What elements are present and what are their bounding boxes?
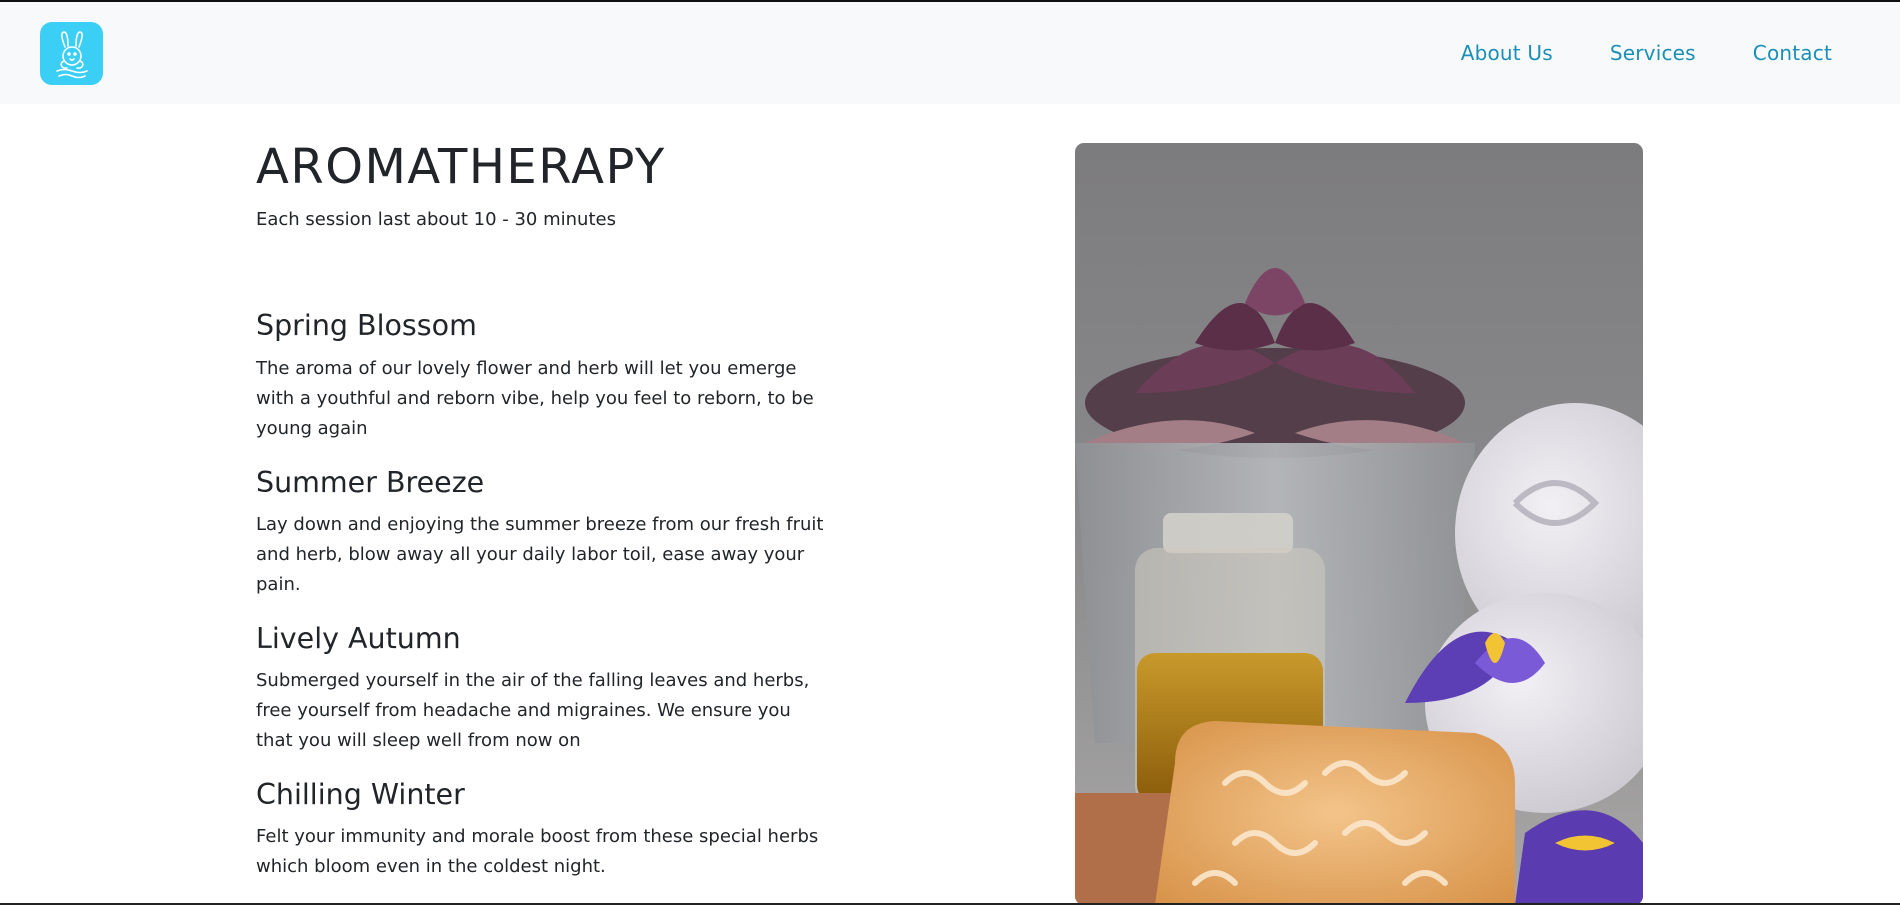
nav-about-us[interactable]: About Us	[1461, 41, 1553, 65]
service-description: Felt your immunity and morale boost from…	[256, 826, 819, 878]
service-title: Spring Blossom	[256, 309, 477, 343]
service-title: Lively Autumn	[256, 621, 461, 655]
navbar: About Us Services Contact	[0, 2, 1900, 104]
service-item-summer-breeze: Summer Breeze Lay down and enjoying the …	[256, 466, 826, 600]
session-duration-text: Each session last about 10 - 30 minutes	[256, 209, 616, 231]
service-list: Spring Blossom The aroma of our lovely f…	[256, 309, 826, 882]
bunny-spa-logo-icon[interactable]	[40, 22, 103, 85]
nav-contact[interactable]: Contact	[1753, 41, 1832, 65]
service-description: Lay down and enjoying the summer breeze …	[256, 513, 824, 595]
aromatherapy-section: AROMATHERAPY Each session last about 10 …	[256, 139, 826, 882]
spa-products-photo	[1075, 143, 1643, 905]
nav-services[interactable]: Services	[1610, 41, 1696, 65]
spa-photo-illustration	[1075, 143, 1643, 905]
service-title: Chilling Winter	[256, 777, 465, 811]
main-content: AROMATHERAPY Each session last about 10 …	[0, 104, 1900, 905]
service-item-spring-blossom: Spring Blossom The aroma of our lovely f…	[256, 309, 826, 443]
page-title: AROMATHERAPY	[256, 139, 666, 195]
main-nav: About Us Services Contact	[1404, 2, 1832, 104]
service-description: The aroma of our lovely flower and herb …	[256, 357, 814, 439]
service-item-chilling-winter: Chilling Winter Felt your immunity and m…	[256, 778, 826, 882]
bunny-logo-graphic	[55, 30, 88, 78]
service-item-lively-autumn: Lively Autumn Submerged yourself in the …	[256, 622, 826, 756]
service-title: Summer Breeze	[256, 465, 485, 499]
service-description: Submerged yourself in the air of the fal…	[256, 669, 810, 751]
